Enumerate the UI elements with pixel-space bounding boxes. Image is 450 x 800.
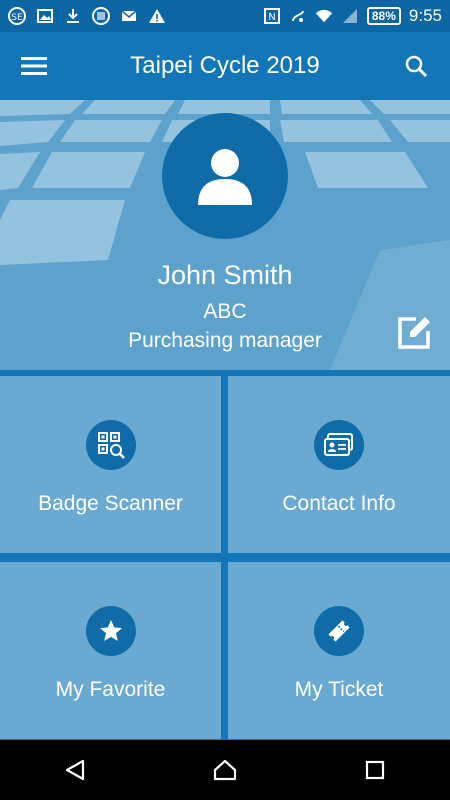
tile-label: Contact Info — [282, 492, 396, 515]
notification-app-icon: SE — [8, 7, 26, 25]
status-left-icons: SE — [8, 7, 166, 25]
svg-text:SE: SE — [11, 13, 23, 23]
nfc-icon: N — [263, 7, 281, 25]
search-button[interactable] — [382, 32, 450, 100]
recents-button[interactable] — [345, 740, 405, 800]
download-icon — [64, 7, 82, 25]
tile-my-ticket[interactable]: My Ticket — [228, 561, 450, 739]
home-button[interactable] — [195, 740, 255, 800]
avatar — [162, 113, 288, 239]
edit-icon — [398, 317, 430, 349]
status-right-icons: N 88% 9:55 — [263, 6, 442, 26]
search-icon — [405, 55, 428, 78]
app-title: Taipei Cycle 2019 — [130, 52, 320, 79]
accessibility-icon — [289, 7, 307, 25]
tile-my-favorite[interactable]: My Favorite — [0, 561, 221, 739]
qr-scan-icon — [97, 432, 125, 459]
hamburger-menu-icon — [21, 57, 47, 75]
tile-label: Badge Scanner — [38, 492, 183, 515]
tile-contact-info[interactable]: Contact Info — [228, 376, 450, 553]
star-icon — [99, 619, 122, 641]
barcode-icon — [92, 7, 110, 25]
profile-job-title: Purchasing manager — [128, 329, 322, 352]
tile-badge-scanner[interactable]: Badge Scanner — [0, 376, 221, 553]
status-time: 9:55 — [408, 6, 442, 25]
app-bar: Taipei Cycle 2019 — [0, 32, 450, 100]
profile-company: ABC — [203, 300, 247, 323]
wifi-icon — [315, 7, 333, 25]
warning-icon — [148, 7, 166, 25]
status-bar: SE N 88% 9:55 — [0, 0, 450, 32]
profile-name: John Smith — [157, 260, 293, 290]
feature-grid: Badge Scanner Contact Info My Favorite M… — [0, 370, 450, 740]
menu-button[interactable] — [0, 32, 68, 100]
ticket-icon — [328, 619, 350, 642]
tile-icon-circle — [85, 420, 136, 470]
tile-label: My Favorite — [55, 677, 166, 701]
profile-header: John Smith ABC Purchasing manager — [0, 100, 450, 370]
system-nav-bar — [0, 740, 450, 800]
tile-icon-circle — [314, 605, 364, 656]
tile-icon-circle — [85, 605, 136, 656]
contact-card-icon — [324, 433, 353, 456]
signal-icon — [341, 7, 359, 25]
back-button[interactable] — [45, 740, 105, 800]
image-icon — [36, 7, 54, 25]
back-triangle-icon — [65, 759, 85, 781]
mail-icon — [120, 7, 138, 25]
tile-icon-circle — [314, 420, 364, 470]
svg-text:N: N — [268, 12, 275, 23]
battery-level: 88% — [366, 7, 401, 25]
tile-label: My Ticket — [294, 677, 384, 701]
recents-square-icon — [365, 760, 385, 780]
home-icon — [213, 759, 237, 781]
person-icon — [198, 149, 252, 205]
edit-profile-button[interactable] — [396, 315, 432, 351]
